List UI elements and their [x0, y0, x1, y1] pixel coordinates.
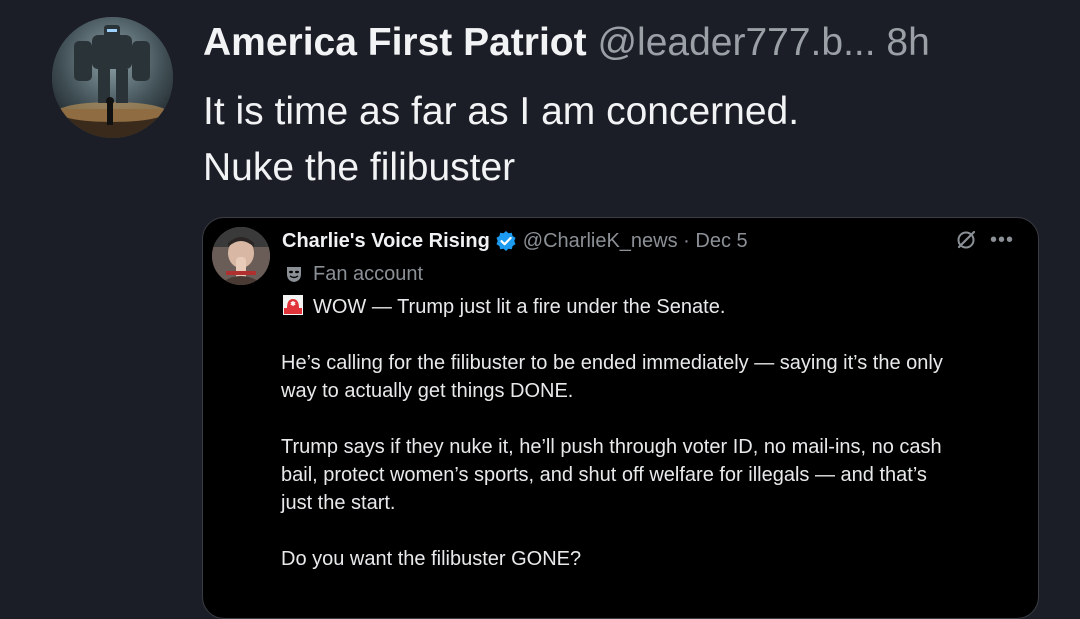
- fan-mask-icon: [287, 267, 301, 282]
- quote-body: WOW — Trump just lit a fire under the Se…: [281, 293, 1026, 573]
- quote-header: Charlie's Voice Rising @CharlieK_news · …: [282, 227, 748, 255]
- verified-badge-icon: [496, 231, 516, 251]
- quote-body-line: WOW — Trump just lit a fire under the Se…: [281, 293, 1026, 321]
- person-praying-avatar-icon: [212, 227, 270, 285]
- more-options-icon[interactable]: •••: [990, 230, 1014, 250]
- quote-author-name[interactable]: Charlie's Voice Rising: [282, 227, 490, 255]
- siren-icon: [283, 295, 303, 315]
- quote-body-line: Do you want the filibuster GONE?: [281, 548, 582, 570]
- quote-body-text: WOW — Trump just lit a fire under the Se…: [313, 296, 726, 318]
- quote-body-line: He’s calling for the filibuster to be en…: [281, 352, 943, 374]
- post-header: America First Patriot @leader777.b... 8h: [203, 20, 930, 66]
- post-text-line: Nuke the filibuster: [203, 146, 516, 189]
- quote-body-line: bail, protect women’s sports, and shut o…: [281, 464, 927, 486]
- author-handle[interactable]: @leader777.b...: [597, 21, 875, 64]
- grok-icon[interactable]: [954, 228, 978, 252]
- quote-actions: •••: [954, 228, 1014, 252]
- quote-body-line: just the start.: [281, 492, 396, 514]
- fan-account-text: Fan account: [313, 263, 424, 285]
- fan-account-label: Fan account: [284, 260, 423, 288]
- author-name[interactable]: America First Patriot: [203, 21, 587, 64]
- quoted-post-card[interactable]: Charlie's Voice Rising @CharlieK_news · …: [202, 217, 1039, 619]
- robot-mech-avatar-icon: [52, 17, 173, 138]
- quote-author-avatar[interactable]: [212, 227, 270, 285]
- post-text-line: It is time as far as I am concerned.: [203, 90, 800, 133]
- quote-body-line: Trump says if they nuke it, he’ll push t…: [281, 436, 942, 458]
- post-text: It is time as far as I am concerned. Nuk…: [203, 84, 799, 196]
- author-avatar[interactable]: [52, 17, 173, 138]
- quote-body-line: way to actually get things DONE.: [281, 380, 574, 402]
- quote-handle-date[interactable]: @CharlieK_news · Dec 5: [523, 227, 748, 255]
- post-time[interactable]: 8h: [886, 21, 929, 64]
